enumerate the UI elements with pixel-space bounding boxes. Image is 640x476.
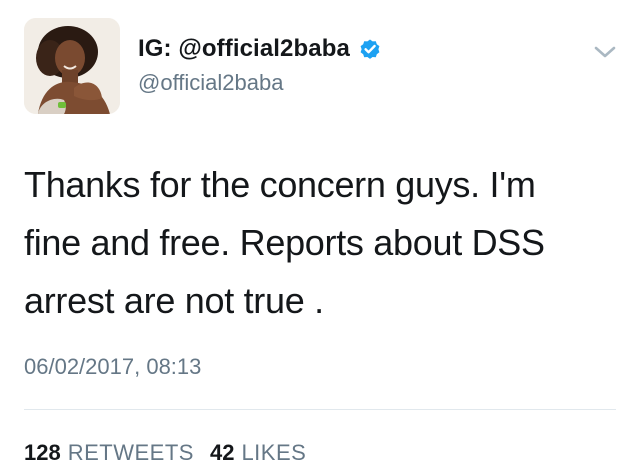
- avatar-photo: [24, 18, 120, 114]
- avatar[interactable]: [24, 18, 120, 114]
- tweet-stats: 128 RETWEETS 42 LIKES: [24, 440, 322, 466]
- divider: [24, 409, 616, 410]
- likes-label: LIKES: [241, 440, 307, 465]
- display-name-row: IG: @official2baba: [138, 33, 382, 65]
- user-handle[interactable]: @official2baba: [138, 70, 283, 96]
- verified-badge-icon: [360, 39, 380, 59]
- retweets-label: RETWEETS: [67, 440, 194, 465]
- likes-stat[interactable]: 42 LIKES: [210, 440, 306, 466]
- tweet-card: IG: @official2baba @official2baba Thanks…: [0, 0, 640, 476]
- tweet-timestamp[interactable]: 06/02/2017, 08:13: [24, 354, 201, 380]
- tweet-text: Thanks for the concern guys. I'm fine an…: [24, 156, 624, 330]
- retweets-count: 128: [24, 440, 61, 465]
- likes-count: 42: [209, 440, 235, 465]
- chevron-down-icon[interactable]: [592, 42, 618, 62]
- tweet-text-line: arrest are not true .: [24, 280, 324, 321]
- tweet-text-line: fine and free. Reports about DSS: [24, 222, 545, 263]
- display-name[interactable]: IG: @official2baba: [138, 35, 350, 63]
- retweets-stat[interactable]: 128 RETWEETS: [24, 440, 194, 466]
- tweet-text-line: Thanks for the concern guys. I'm: [24, 164, 536, 205]
